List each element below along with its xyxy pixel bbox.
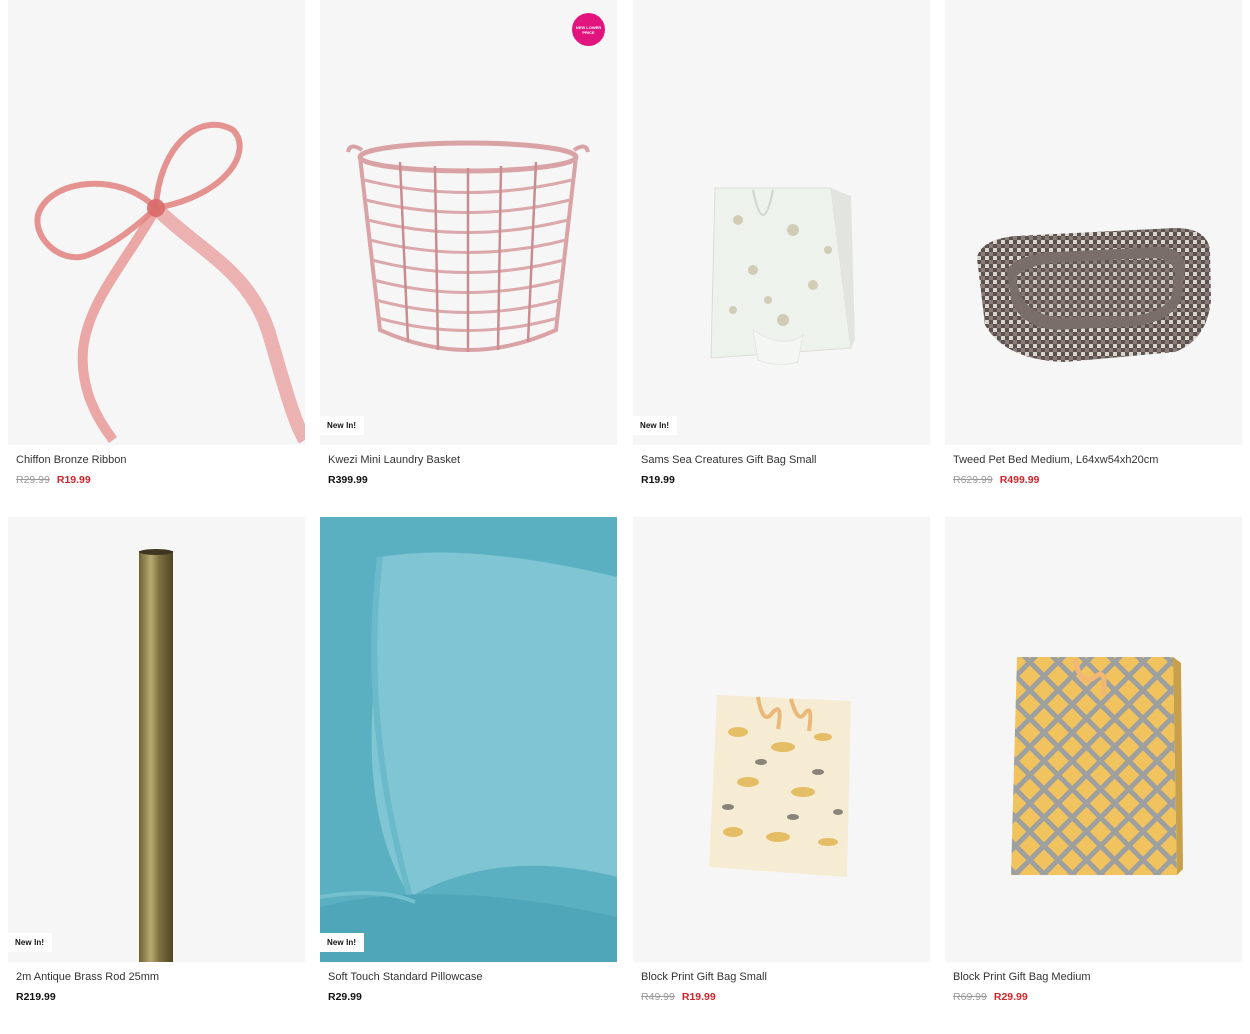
sale-price: R499.99 — [999, 474, 1040, 486]
regular-price: R19.99 — [641, 474, 675, 486]
pet-bed-image — [977, 228, 1211, 362]
new-lower-price-badge: NEW LOWER PRICE — [572, 13, 605, 46]
product-name[interactable]: Chiffon Bronze Ribbon — [16, 454, 126, 466]
product-name[interactable]: Block Print Gift Bag Small — [641, 971, 767, 983]
product-name[interactable]: Kwezi Mini Laundry Basket — [328, 454, 460, 466]
regular-price: R219.99 — [16, 991, 56, 1003]
was-price: R49.99 — [641, 991, 675, 1003]
price-row: R69.99 R29.99 — [953, 991, 1028, 1003]
price-row: R29.99 — [328, 991, 362, 1003]
product-grid: Chiffon Bronze Ribbon R29.99 R19.99 NEW … — [0, 0, 1250, 1034]
price-row: R219.99 — [16, 991, 56, 1003]
product-image[interactable] — [945, 517, 1242, 962]
new-in-badge: New In! — [8, 933, 53, 952]
product-card[interactable]: New In! Sams Sea Creatures Gift Bag Smal… — [633, 0, 930, 486]
price-row: R399.99 — [328, 474, 368, 486]
regular-price: R399.99 — [328, 474, 368, 486]
product-card[interactable]: Block Print Gift Bag Medium R69.99 R29.99 — [945, 517, 1242, 1003]
product-image[interactable]: New In! — [320, 517, 617, 962]
brass-rod-image — [139, 549, 173, 962]
sale-price: R19.99 — [681, 991, 716, 1003]
product-image[interactable]: NEW LOWER PRICE New In! — [320, 0, 617, 445]
sale-price: R19.99 — [56, 474, 91, 486]
product-image[interactable] — [945, 0, 1242, 445]
product-name[interactable]: Block Print Gift Bag Medium — [953, 971, 1091, 983]
product-card[interactable]: New In! Soft Touch Standard Pillowcase R… — [320, 517, 617, 1003]
product-name[interactable]: 2m Antique Brass Rod 25mm — [16, 971, 159, 983]
was-price: R629.99 — [953, 474, 993, 486]
laundry-basket-image — [346, 140, 590, 352]
product-image[interactable]: New In! — [8, 517, 305, 962]
product-card[interactable]: Tweed Pet Bed Medium, L64xw54xh20cm R629… — [945, 0, 1242, 486]
regular-price: R29.99 — [328, 991, 362, 1003]
ribbon-image — [34, 121, 305, 444]
product-image[interactable]: New In! — [633, 0, 930, 445]
new-in-badge: New In! — [320, 416, 365, 435]
pillowcase-image — [320, 517, 617, 962]
product-card[interactable]: Block Print Gift Bag Small R49.99 R19.99 — [633, 517, 930, 1003]
was-price: R29.99 — [16, 474, 50, 486]
gift-bag-image — [710, 187, 855, 366]
product-image[interactable] — [633, 517, 930, 962]
was-price: R69.99 — [953, 991, 987, 1003]
product-name[interactable]: Sams Sea Creatures Gift Bag Small — [641, 454, 816, 466]
price-row: R19.99 — [641, 474, 675, 486]
sale-price: R29.99 — [993, 991, 1028, 1003]
price-row: R629.99 R499.99 — [953, 474, 1039, 486]
product-name[interactable]: Tweed Pet Bed Medium, L64xw54xh20cm — [953, 454, 1158, 466]
gift-bag-image — [709, 695, 851, 877]
product-image[interactable] — [8, 0, 305, 445]
product-card[interactable]: New In! 2m Antique Brass Rod 25mm R219.9… — [8, 517, 305, 1003]
price-row: R49.99 R19.99 — [641, 991, 716, 1003]
new-in-badge: New In! — [320, 933, 365, 952]
new-in-badge: New In! — [633, 416, 678, 435]
gift-bag-image — [1011, 657, 1183, 875]
product-card[interactable]: Chiffon Bronze Ribbon R29.99 R19.99 — [8, 0, 305, 486]
product-name[interactable]: Soft Touch Standard Pillowcase — [328, 971, 483, 983]
product-card[interactable]: NEW LOWER PRICE New In! Kwezi Mini Laund… — [320, 0, 617, 486]
price-row: R29.99 R19.99 — [16, 474, 91, 486]
